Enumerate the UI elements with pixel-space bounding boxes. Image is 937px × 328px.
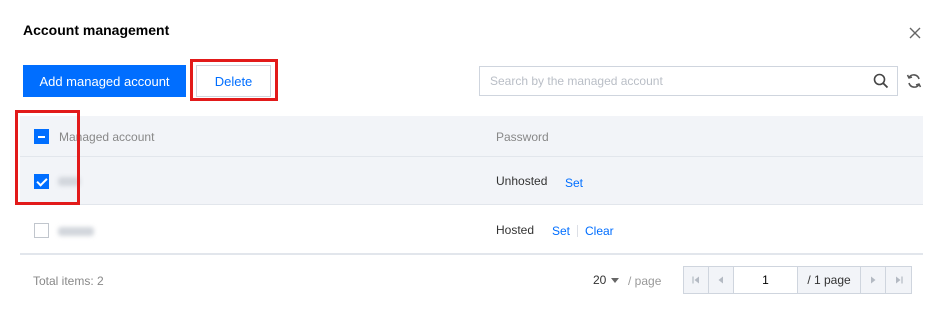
select-all-checkbox[interactable]	[34, 129, 49, 144]
action-divider	[577, 225, 578, 237]
pagination-control: / 1 page	[683, 266, 912, 294]
table-row[interactable]: Hosted Set Clear	[20, 206, 923, 254]
per-page-label: / page	[628, 274, 662, 288]
page-size-select[interactable]: 20	[593, 273, 620, 287]
search-icon[interactable]	[873, 73, 889, 89]
next-page-icon[interactable]	[861, 267, 886, 293]
row-checkbox[interactable]	[34, 223, 49, 238]
dialog-title: Account management	[23, 22, 170, 38]
close-icon[interactable]	[905, 23, 925, 43]
last-page-icon[interactable]	[886, 267, 911, 293]
chevron-down-icon	[611, 277, 620, 283]
table-header: Managed account Password	[20, 116, 923, 157]
account-name-redacted	[58, 227, 94, 236]
password-status: Hosted	[496, 223, 535, 237]
page-size-value: 20	[593, 273, 607, 287]
first-page-icon[interactable]	[684, 267, 709, 293]
set-password-link[interactable]: Set	[565, 176, 583, 190]
search-input[interactable]	[480, 67, 860, 95]
delete-button[interactable]: Delete	[196, 65, 271, 97]
total-items: Total items: 2	[33, 274, 104, 288]
prev-page-icon[interactable]	[709, 267, 734, 293]
row-checkbox[interactable]	[34, 174, 49, 189]
total-pages: / 1 page	[798, 267, 861, 293]
search-box	[479, 66, 898, 96]
refresh-icon[interactable]	[905, 72, 923, 90]
password-status: Unhosted	[496, 174, 548, 188]
column-header-managed-account: Managed account	[59, 130, 155, 144]
table-row[interactable]: Unhosted Set	[20, 157, 923, 205]
column-header-password: Password	[496, 130, 549, 144]
add-managed-account-button[interactable]: Add managed account	[23, 65, 186, 97]
clear-password-link[interactable]: Clear	[585, 224, 614, 238]
account-name-redacted	[58, 177, 80, 186]
page-number-input[interactable]	[734, 267, 798, 293]
set-password-link[interactable]: Set	[552, 224, 570, 238]
footer-divider	[20, 254, 923, 255]
